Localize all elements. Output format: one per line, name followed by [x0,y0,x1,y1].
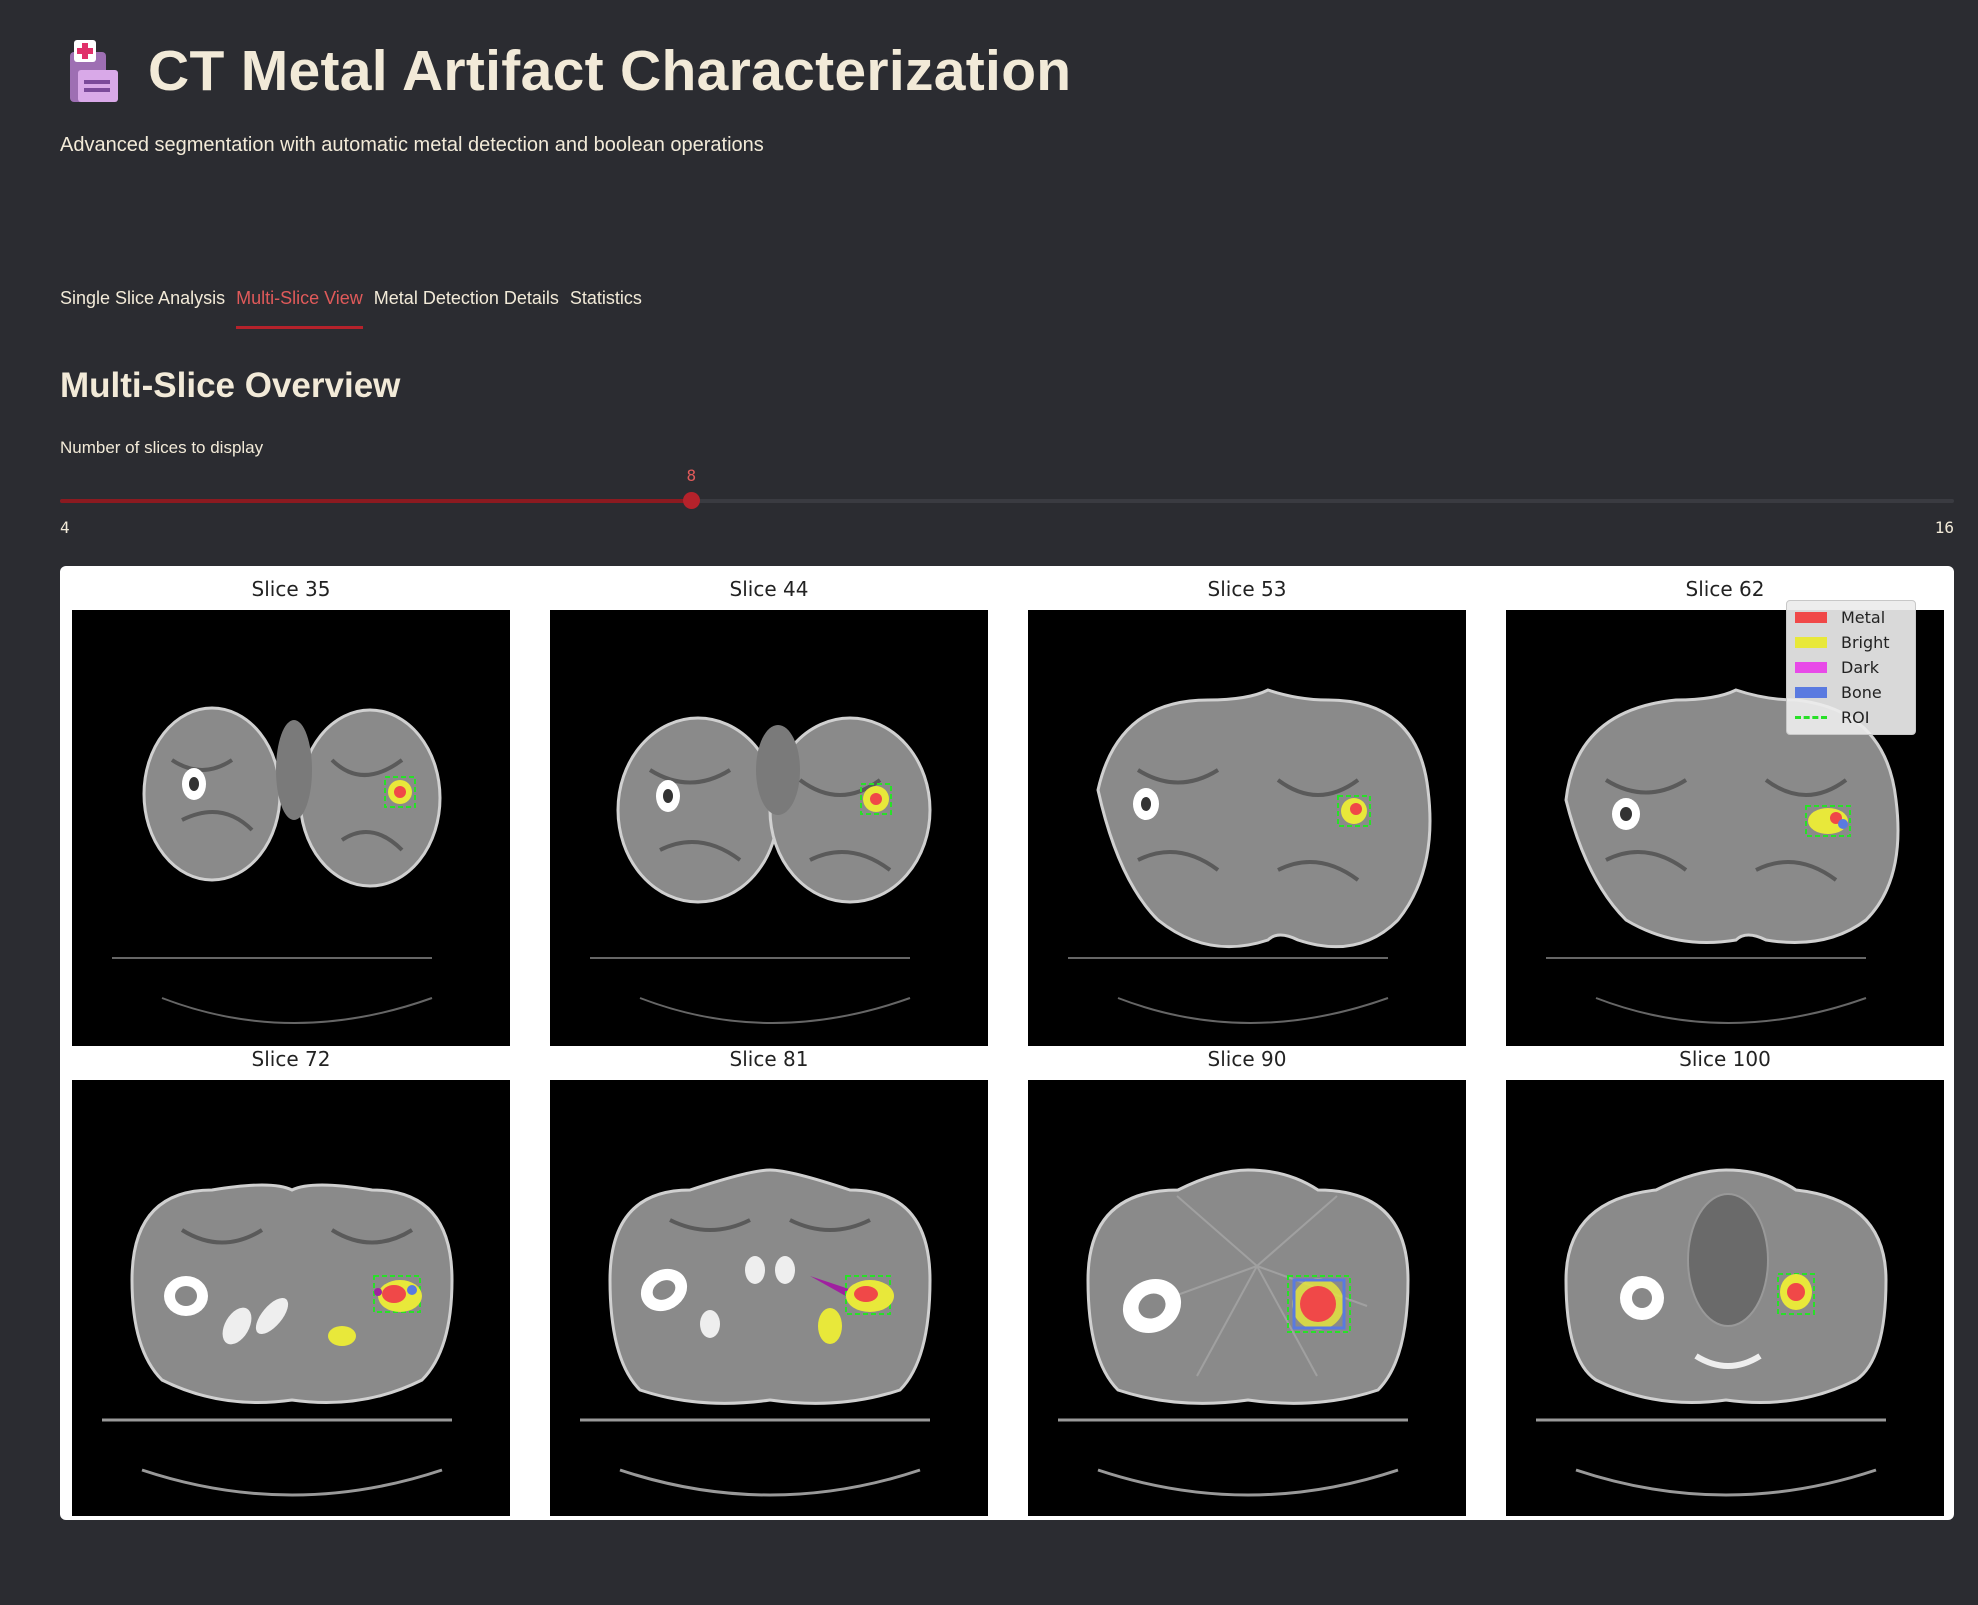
slider-thumb[interactable] [683,492,701,509]
tab-metal-detection-details[interactable]: Metal Detection Details [374,288,559,329]
header: CT Metal Artifact Characterization [60,36,1071,106]
legend-item: Bone [1795,680,1907,705]
slice-panel: Slice 62 Metal Bright Dark Bone ROI [1506,572,1944,1046]
slider-label: Number of slices to display [60,438,264,457]
legend-label: Dark [1841,658,1879,677]
slider-max-label: 16 [1934,518,1954,537]
slice-count-slider[interactable]: 8 4 16 [60,466,1954,537]
tab-multi-slice-view[interactable]: Multi-Slice View [236,288,363,329]
slice-panel: Slice 90 [1028,1042,1466,1516]
slice-title: Slice 100 [1679,1047,1771,1071]
legend-swatch-dark [1795,662,1827,673]
page-title: CT Metal Artifact Characterization [148,39,1072,103]
legend-item: Dark [1795,655,1907,680]
slice-title: Slice 81 [729,1047,809,1071]
legend-item: Bright [1795,630,1907,655]
multi-slice-figure: Slice 35 Slice 44 Slice 53 Slice 62 Meta… [60,566,1954,1520]
section-title: Multi-Slice Overview [60,366,401,405]
slider-value: 8 [686,466,697,485]
ct-slice-image [72,610,510,1046]
hospital-icon [70,40,118,102]
slice-title: Slice 35 [251,577,331,601]
ct-slice-image [550,610,988,1046]
page-subtitle: Advanced segmentation with automatic met… [60,134,764,156]
tab-bar: Single Slice Analysis Multi-Slice View M… [60,288,653,329]
legend-label: Metal [1841,608,1886,627]
legend-swatch-roi [1795,716,1827,719]
tab-statistics[interactable]: Statistics [570,288,642,329]
tab-single-slice-analysis[interactable]: Single Slice Analysis [60,288,225,329]
ct-slice-image [550,1080,988,1516]
legend-item: ROI [1795,705,1907,730]
ct-slice-image [1028,1080,1466,1516]
slice-title: Slice 44 [729,577,809,601]
slice-title: Slice 53 [1207,577,1287,601]
slice-panel: Slice 81 [550,1042,988,1516]
slice-panel: Slice 100 [1506,1042,1944,1516]
slice-panel: Slice 53 [1028,572,1466,1046]
ct-slice-image [72,1080,510,1516]
legend-label: Bone [1841,683,1882,702]
slice-panel: Slice 35 [72,572,510,1046]
slider-fill [60,499,692,503]
slice-panel: Slice 44 [550,572,988,1046]
slider-min-label: 4 [60,518,70,537]
slice-title: Slice 72 [251,1047,331,1071]
legend-swatch-bone [1795,687,1827,698]
figure-legend: Metal Bright Dark Bone ROI [1786,600,1916,735]
slice-panel: Slice 72 [72,1042,510,1516]
legend-swatch-bright [1795,637,1827,648]
slice-title: Slice 90 [1207,1047,1287,1071]
ct-slice-image [1506,1080,1944,1516]
legend-label: ROI [1841,708,1870,727]
legend-label: Bright [1841,633,1890,652]
ct-slice-image [1028,610,1466,1046]
legend-item: Metal [1795,605,1907,630]
legend-swatch-metal [1795,612,1827,623]
